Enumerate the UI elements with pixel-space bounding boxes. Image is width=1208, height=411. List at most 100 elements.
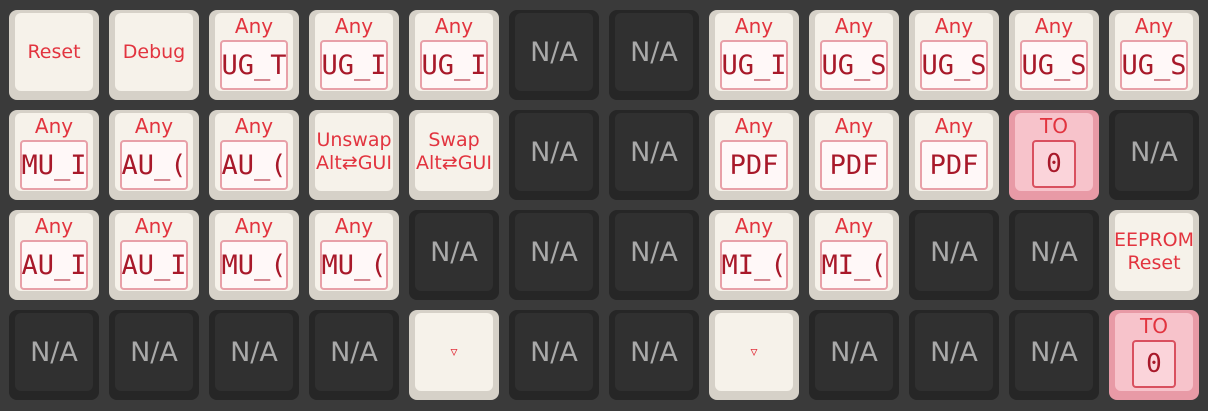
keycap: Any AU_I xyxy=(15,213,93,291)
keycap: Any UG_I xyxy=(315,13,393,91)
key-label: N/A xyxy=(130,336,178,368)
keycap: Debug xyxy=(115,13,193,91)
key-modifier-label: Any xyxy=(1134,14,1174,38)
key-label: N/A xyxy=(430,236,478,268)
key-r2-c5[interactable]: Swap Alt⇄GUI xyxy=(409,110,499,200)
key-r2-c4[interactable]: Unswap Alt⇄GUI xyxy=(309,110,399,200)
key-r1-c7[interactable]: N/A xyxy=(609,10,699,100)
key-r2-c12[interactable]: N/A xyxy=(1109,110,1199,200)
key-r2-c10[interactable]: Any PDF xyxy=(909,110,999,200)
keycap: N/A xyxy=(615,213,693,291)
keycap: Any UG_S xyxy=(1015,13,1093,91)
keycap: N/A xyxy=(515,13,593,91)
key-r4-c2[interactable]: N/A xyxy=(109,310,199,400)
key-r3-c3[interactable]: Any MU_( xyxy=(209,210,299,300)
keycode-label: AU_I xyxy=(21,249,87,281)
keycap: N/A xyxy=(915,313,993,391)
key-r2-c6[interactable]: N/A xyxy=(509,110,599,200)
key-r1-c8[interactable]: Any UG_I xyxy=(709,10,799,100)
key-r4-c4[interactable]: N/A xyxy=(309,310,399,400)
key-r2-c2[interactable]: Any AU_( xyxy=(109,110,199,200)
key-r3-c5[interactable]: N/A xyxy=(409,210,499,300)
key-r3-c12[interactable]: EEPROM Reset xyxy=(1109,210,1199,300)
key-r1-c5[interactable]: Any UG_I xyxy=(409,10,499,100)
key-r3-c11[interactable]: N/A xyxy=(1009,210,1099,300)
keycap: N/A xyxy=(1015,313,1093,391)
key-label: N/A xyxy=(330,336,378,368)
key-r1-c2[interactable]: Debug xyxy=(109,10,199,100)
key-r4-c7[interactable]: N/A xyxy=(609,310,699,400)
keycap: N/A xyxy=(515,313,593,391)
keycode-box: AU_( xyxy=(120,140,188,190)
key-r1-c6[interactable]: N/A xyxy=(509,10,599,100)
key-r3-c8[interactable]: Any MI_( xyxy=(709,210,799,300)
keycap: Any MU_I xyxy=(15,113,93,191)
key-r4-c8[interactable]: ▿ xyxy=(709,310,799,400)
keycode-label: UG_S xyxy=(1021,49,1087,81)
key-modifier-label: TO xyxy=(1140,314,1168,338)
key-r3-c6[interactable]: N/A xyxy=(509,210,599,300)
keycap: Any MU_( xyxy=(315,213,393,291)
key-r4-c9[interactable]: N/A xyxy=(809,310,899,400)
keycap: N/A xyxy=(15,313,93,391)
key-r4-c6[interactable]: N/A xyxy=(509,310,599,400)
keycap: Any UG_I xyxy=(715,13,793,91)
key-label: N/A xyxy=(530,336,578,368)
key-r1-c4[interactable]: Any UG_I xyxy=(309,10,399,100)
keycode-label: MI_( xyxy=(821,249,887,281)
key-r2-c9[interactable]: Any PDF xyxy=(809,110,899,200)
keycode-box: PDF xyxy=(820,140,888,190)
keycap: N/A xyxy=(415,213,493,291)
key-r2-c8[interactable]: Any PDF xyxy=(709,110,799,200)
keycode-box: UG_S xyxy=(1020,40,1088,90)
key-modifier-label: Any xyxy=(234,14,274,38)
key-label: N/A xyxy=(630,236,678,268)
key-r3-c10[interactable]: N/A xyxy=(909,210,999,300)
key-modifier-label: Any xyxy=(834,214,874,238)
key-r2-c11[interactable]: TO 0 xyxy=(1009,110,1099,200)
key-r1-c9[interactable]: Any UG_S xyxy=(809,10,899,100)
keycode-label: UG_I xyxy=(321,49,387,81)
keycap: Any MI_( xyxy=(815,213,893,291)
key-r4-c11[interactable]: N/A xyxy=(1009,310,1099,400)
key-r3-c7[interactable]: N/A xyxy=(609,210,699,300)
keycode-box: UG_S xyxy=(1120,40,1188,90)
key-r1-c1[interactable]: Reset xyxy=(9,10,99,100)
keycap: Any AU_( xyxy=(115,113,193,191)
key-r3-c1[interactable]: Any AU_I xyxy=(9,210,99,300)
key-r4-c10[interactable]: N/A xyxy=(909,310,999,400)
keycode-label: UG_S xyxy=(1121,49,1187,81)
key-r1-c3[interactable]: Any UG_T xyxy=(209,10,299,100)
key-r4-c12[interactable]: TO 0 xyxy=(1109,310,1199,400)
key-label: N/A xyxy=(530,136,578,168)
key-r2-c1[interactable]: Any MU_I xyxy=(9,110,99,200)
keycode-box: UG_I xyxy=(420,40,488,90)
key-modifier-label: Any xyxy=(334,14,374,38)
key-r2-c3[interactable]: Any AU_( xyxy=(209,110,299,200)
key-r4-c1[interactable]: N/A xyxy=(9,310,99,400)
key-r3-c2[interactable]: Any AU_I xyxy=(109,210,199,300)
key-r4-c5[interactable]: ▿ xyxy=(409,310,499,400)
keycode-box: UG_S xyxy=(820,40,888,90)
key-r1-c10[interactable]: Any UG_S xyxy=(909,10,999,100)
key-label: N/A xyxy=(930,336,978,368)
keycode-box: AU_( xyxy=(220,140,288,190)
keycap: N/A xyxy=(515,213,593,291)
keycap: N/A xyxy=(1015,213,1093,291)
key-r3-c4[interactable]: Any MU_( xyxy=(309,210,399,300)
key-r1-c11[interactable]: Any UG_S xyxy=(1009,10,1099,100)
keycode-box: MU_( xyxy=(320,240,388,290)
keycode-label: AU_I xyxy=(121,249,187,281)
keycode-label: UG_I xyxy=(421,49,487,81)
key-r2-c7[interactable]: N/A xyxy=(609,110,699,200)
key-label: N/A xyxy=(30,336,78,368)
key-modifier-label: Any xyxy=(334,214,374,238)
key-r3-c9[interactable]: Any MI_( xyxy=(809,210,899,300)
key-r1-c12[interactable]: Any UG_S xyxy=(1109,10,1199,100)
key-r4-c3[interactable]: N/A xyxy=(209,310,299,400)
keycap: EEPROM Reset xyxy=(1115,213,1193,291)
keycode-label: MU_I xyxy=(21,149,87,181)
keycap: Any MI_( xyxy=(715,213,793,291)
keycap: N/A xyxy=(315,313,393,391)
keycode-box: UG_T xyxy=(220,40,288,90)
